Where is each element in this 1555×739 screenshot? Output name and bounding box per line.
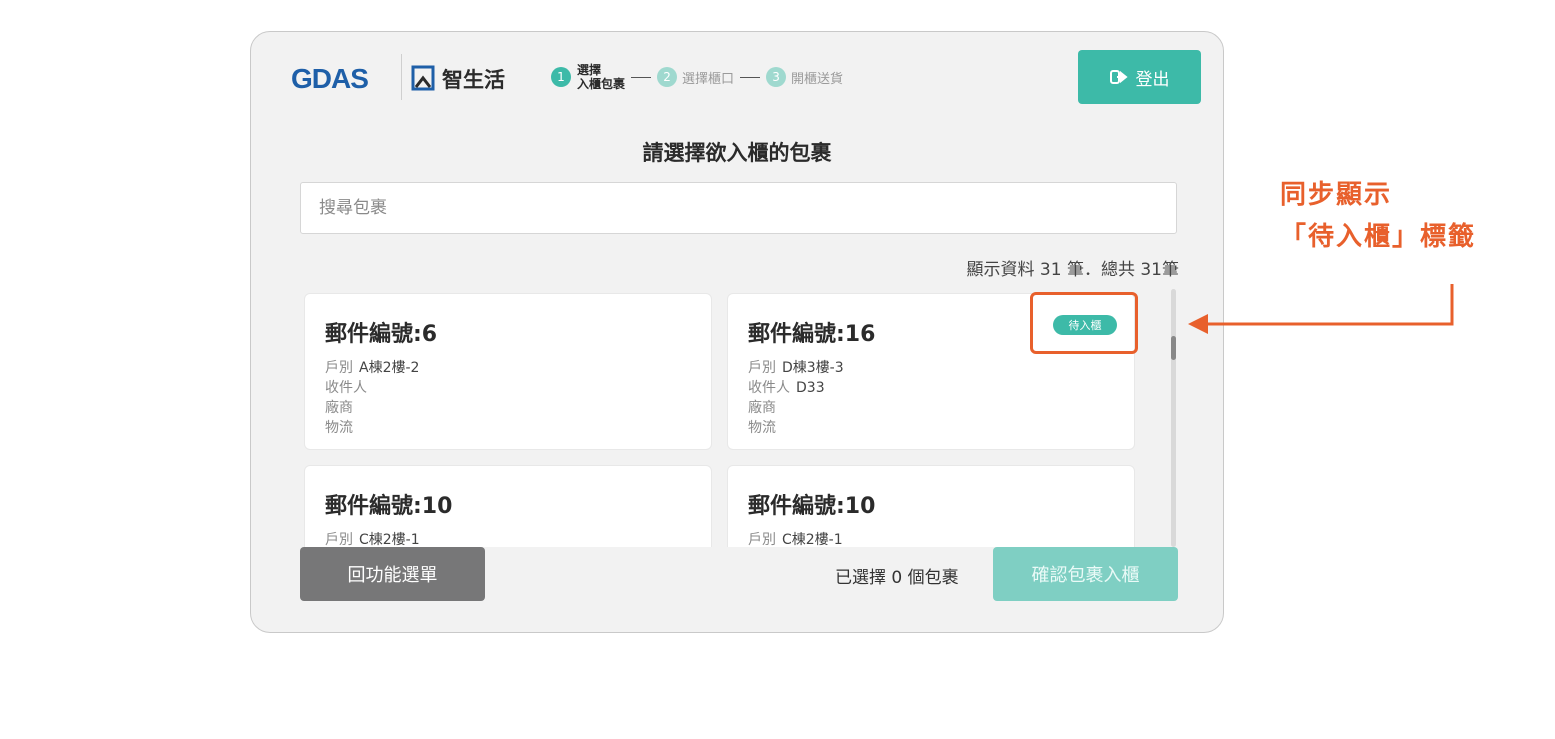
card-logistics-row: 物流 bbox=[748, 420, 776, 436]
package-card[interactable]: 郵件編號:10 戶別 C棟2樓-1 bbox=[304, 465, 712, 547]
unit-label: 戶別 bbox=[325, 532, 353, 547]
back-to-menu-button[interactable]: 回功能選單 bbox=[300, 547, 485, 601]
card-title: 郵件編號:10 bbox=[325, 494, 453, 519]
result-count: 顯示資料 31 筆．總共 31筆 bbox=[966, 260, 1179, 280]
package-card[interactable]: 郵件編號:10 戶別 C棟2樓-1 bbox=[727, 465, 1135, 547]
step-connector bbox=[740, 76, 761, 78]
card-vendor-row: 廠商 bbox=[748, 400, 776, 416]
confirm-storage-button[interactable]: 確認包裹入櫃 bbox=[993, 547, 1178, 601]
step-2-number: 2 bbox=[657, 67, 678, 87]
step-connector bbox=[631, 76, 652, 78]
selected-count-value: 0 bbox=[891, 568, 903, 588]
logout-icon bbox=[1109, 70, 1128, 84]
step-3-label: 開櫃送貨 bbox=[791, 71, 844, 87]
recipient-value: D33 bbox=[796, 380, 825, 396]
unit-value: C棟2樓-1 bbox=[782, 532, 843, 547]
unit-label: 戶別 bbox=[748, 360, 776, 376]
card-title: 郵件編號:6 bbox=[325, 322, 438, 347]
step-2: 2 選擇櫃口 bbox=[657, 67, 734, 87]
step-3-number: 3 bbox=[766, 67, 787, 87]
annotation-line1: 同步顯示 bbox=[1280, 180, 1393, 210]
brand-logo-icon bbox=[411, 65, 435, 91]
app-window: GDAS 智生活 1 選擇 入櫃包裹 2 選擇櫃口 3 開櫃送貨 登出 請選擇欲… bbox=[250, 31, 1224, 633]
card-title: 郵件編號:10 bbox=[748, 494, 876, 519]
annotation-line2: 「待入櫃」標籤 bbox=[1280, 222, 1477, 252]
selected-count-text: 已選擇 0 個包裹 bbox=[835, 563, 959, 588]
brand-name: 智生活 bbox=[442, 68, 505, 92]
step-2-label: 選擇櫃口 bbox=[682, 71, 735, 87]
package-card[interactable]: 郵件編號:6 戶別 A棟2樓-2 收件人 廠商 物流 bbox=[304, 293, 712, 450]
scrollbar-thumb[interactable] bbox=[1171, 336, 1176, 360]
unit-value: A棟2樓-2 bbox=[359, 360, 420, 376]
card-recipient-row: 收件人 D33 bbox=[748, 378, 1114, 398]
selected-prefix: 已選擇 bbox=[835, 568, 886, 588]
card-vendor-row: 廠商 bbox=[325, 400, 353, 416]
svg-text:GDAS: GDAS bbox=[291, 63, 368, 94]
logout-button[interactable]: 登出 bbox=[1078, 50, 1201, 104]
card-unit-row: 戶別 D棟3樓-3 bbox=[748, 358, 1114, 378]
step-1-label: 選擇 入櫃包裹 bbox=[577, 63, 625, 91]
tag-highlight-box: 待入櫃 bbox=[1030, 292, 1138, 354]
scrollbar[interactable] bbox=[1171, 289, 1176, 547]
page-title: 請選擇欲入櫃的包裹 bbox=[642, 141, 832, 165]
search-input[interactable] bbox=[300, 182, 1177, 234]
card-unit-row: 戶別 A棟2樓-2 bbox=[325, 358, 691, 378]
logout-label: 登出 bbox=[1135, 69, 1170, 90]
recipient-label: 收件人 bbox=[748, 380, 790, 396]
selected-suffix: 個包裹 bbox=[907, 568, 959, 588]
logo-divider bbox=[401, 54, 402, 100]
gdas-logo: GDAS bbox=[291, 63, 369, 94]
unit-value: D棟3樓-3 bbox=[782, 360, 844, 376]
step-3: 3 開櫃送貨 bbox=[766, 67, 843, 87]
step-1-label-line2: 入櫃包裹 bbox=[577, 77, 626, 91]
annotation-arrow-icon bbox=[1188, 284, 1454, 334]
pending-status-badge: 待入櫃 bbox=[1053, 315, 1117, 335]
annotation-text: 同步顯示 「待入櫃」標籤 bbox=[1280, 174, 1476, 258]
step-indicator: 1 選擇 入櫃包裹 2 選擇櫃口 3 開櫃送貨 bbox=[551, 62, 843, 92]
step-1: 1 選擇 入櫃包裹 bbox=[551, 63, 625, 91]
package-list[interactable]: 郵件編號:6 戶別 A棟2樓-2 收件人 廠商 物流 郵件編號:16 戶別 D棟3樓… bbox=[300, 289, 1180, 547]
card-unit-row: 戶別 C棟2樓-1 bbox=[748, 530, 1114, 547]
unit-label: 戶別 bbox=[325, 360, 353, 376]
step-1-label-line1: 選擇 bbox=[577, 63, 602, 77]
unit-value: C棟2樓-1 bbox=[359, 532, 420, 547]
package-card[interactable]: 郵件編號:16 戶別 D棟3樓-3 收件人 D33 廠商 物流 待入櫃 bbox=[727, 292, 1138, 450]
header: GDAS 智生活 1 選擇 入櫃包裹 2 選擇櫃口 3 開櫃送貨 登出 bbox=[251, 32, 1223, 122]
card-unit-row: 戶別 C棟2樓-1 bbox=[325, 530, 691, 547]
unit-label: 戶別 bbox=[748, 532, 776, 547]
step-1-number: 1 bbox=[551, 67, 571, 87]
card-recipient-row: 收件人 bbox=[325, 378, 691, 398]
recipient-label: 收件人 bbox=[325, 380, 367, 396]
card-logistics-row: 物流 bbox=[325, 420, 353, 436]
